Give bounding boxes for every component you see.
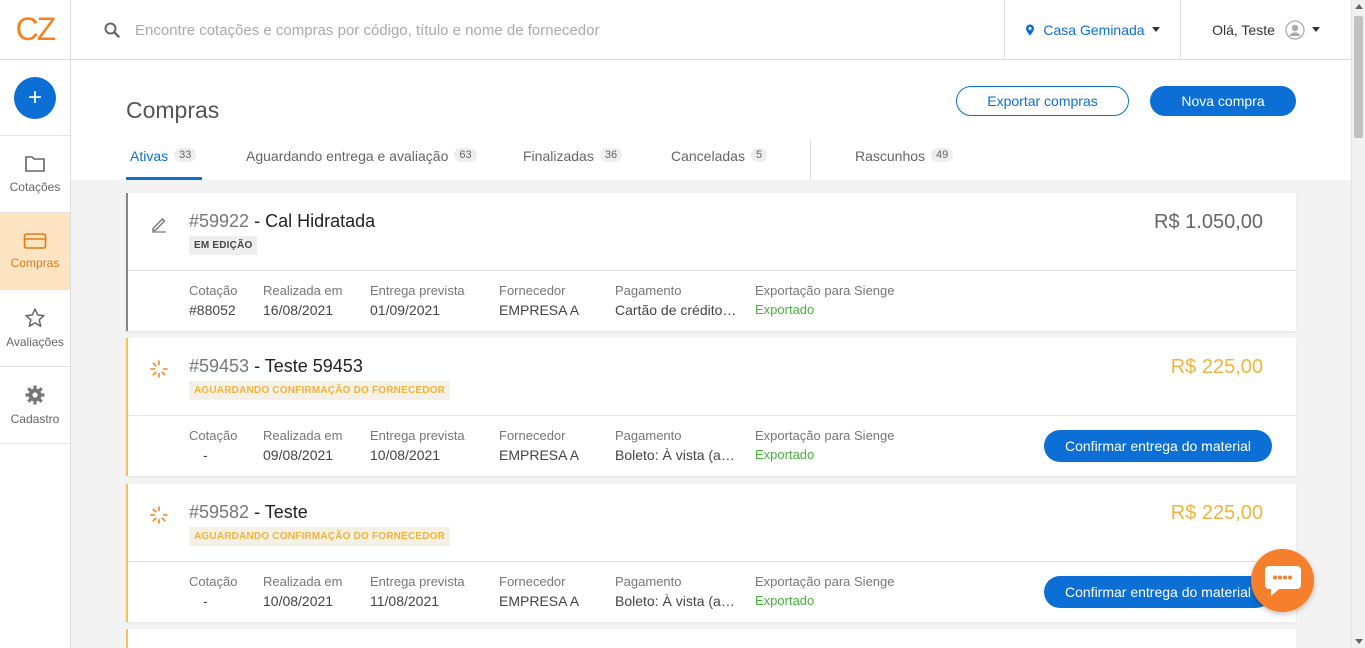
purchase-price: R$ 225,00 xyxy=(1170,502,1263,524)
export-purchases-button[interactable]: Exportar compras xyxy=(956,86,1129,116)
purchase-id: #59453 xyxy=(189,356,250,376)
purchase-name: - Teste 59453 xyxy=(249,356,363,376)
purchase-price: R$ 1.050,00 xyxy=(1154,211,1263,233)
chevron-down-icon xyxy=(1151,27,1160,32)
purchase-title: #59582 - Teste xyxy=(189,502,308,523)
spinner-icon xyxy=(150,506,168,524)
scroll-down-arrow-icon[interactable] xyxy=(1355,639,1363,644)
company-name: Casa Geminada xyxy=(1043,21,1145,38)
purchase-card[interactable]: #59453 - Teste 59453 AGUARDANDO CONFIRMA… xyxy=(126,338,1296,476)
purchase-card[interactable]: #59922 - Cal Hidratada EM EDIÇÃO R$ 1.05… xyxy=(126,193,1296,331)
scrollbar[interactable] xyxy=(1351,0,1365,648)
search-input[interactable] xyxy=(135,16,735,44)
location-pin-icon xyxy=(1026,24,1035,35)
sidebar-item-label: Cotações xyxy=(9,180,61,194)
sidebar-item-cotacoes[interactable]: Cotações xyxy=(0,136,70,213)
field-quote: Cotação - xyxy=(189,574,238,609)
sidebar-item-label: Cadastro xyxy=(10,412,60,426)
tab-count-badge: 63 xyxy=(454,148,477,162)
purchase-name: - Cal Hidratada xyxy=(249,211,376,231)
pencil-icon xyxy=(152,218,166,233)
sidebar-item-label: Avaliações xyxy=(6,335,64,349)
tab-aguardando[interactable]: Aguardando entrega e avaliação 63 xyxy=(246,144,477,180)
status-badge: AGUARDANDO CONFIRMAÇÃO DO FORNECEDOR xyxy=(189,527,451,546)
tab-canceladas[interactable]: Canceladas 5 xyxy=(671,144,768,180)
tab-count-badge: 33 xyxy=(174,148,197,162)
tab-finalizadas[interactable]: Finalizadas 36 xyxy=(523,144,623,180)
tab-count-badge: 5 xyxy=(750,148,768,162)
field-export: Exportação para Sienge Exportado xyxy=(755,283,895,317)
add-button[interactable]: + xyxy=(14,76,56,119)
sidebar-item-cadastro[interactable]: Cadastro xyxy=(0,367,70,444)
purchase-card-partial[interactable] xyxy=(126,629,1296,648)
tab-count-badge: 36 xyxy=(599,148,623,162)
card-icon xyxy=(23,233,47,249)
confirm-delivery-button[interactable]: Confirmar entrega do material xyxy=(1044,430,1272,462)
spinner-icon xyxy=(150,360,168,378)
field-expected: Entrega prevista 11/08/2021 xyxy=(370,574,465,609)
tab-label: Ativas xyxy=(130,148,169,164)
purchase-id: #59582 xyxy=(189,502,250,522)
user-greeting: Olá, Teste xyxy=(1212,21,1275,38)
user-menu[interactable]: Olá, Teste xyxy=(1181,0,1351,59)
status-badge: EM EDIÇÃO xyxy=(189,236,258,255)
field-supplier: Fornecedor EMPRESA A xyxy=(499,428,580,463)
chevron-down-icon xyxy=(1311,27,1320,32)
sidebar: CZ + Cotações Compras Avaliações Cadastr… xyxy=(0,0,71,648)
avatar-icon xyxy=(1285,19,1305,40)
purchase-title: #59453 - Teste 59453 xyxy=(189,356,363,377)
field-supplier: Fornecedor EMPRESA A xyxy=(499,283,580,318)
tab-count-badge: 49 xyxy=(931,148,954,162)
topbar: Casa Geminada Olá, Teste xyxy=(71,0,1351,60)
tab-rascunhos[interactable]: Rascunhos 49 xyxy=(855,144,954,180)
field-quote: Cotação #88052 xyxy=(189,283,238,318)
purchase-card[interactable]: #59582 - Teste AGUARDANDO CONFIRMAÇÃO DO… xyxy=(126,484,1296,622)
tab-label: Canceladas xyxy=(671,148,745,164)
search-icon xyxy=(104,22,120,38)
chat-bubble-icon xyxy=(1264,565,1301,596)
star-icon xyxy=(25,308,45,327)
scroll-up-arrow-icon[interactable] xyxy=(1355,4,1363,9)
scroll-thumb[interactable] xyxy=(1354,16,1363,138)
purchase-title: #59922 - Cal Hidratada xyxy=(189,211,375,232)
gear-icon xyxy=(25,385,45,405)
sidebar-item-label: Compras xyxy=(10,256,60,270)
sidebar-item-compras[interactable]: Compras xyxy=(0,213,70,290)
folder-icon xyxy=(25,156,45,172)
field-export: Exportação para Sienge Exportado xyxy=(755,574,895,608)
chat-button[interactable] xyxy=(1251,549,1314,612)
field-made-on: Realizada em 16/08/2021 xyxy=(263,283,343,318)
purchase-name: - Teste xyxy=(249,502,308,522)
tab-label: Aguardando entrega e avaliação xyxy=(246,148,449,164)
page-header: Compras Exportar compras Nova compra Ati… xyxy=(71,60,1351,180)
field-expected: Entrega prevista 01/09/2021 xyxy=(370,283,465,318)
field-payment: Pagamento Boleto: À vista (a… xyxy=(615,428,735,463)
field-supplier: Fornecedor EMPRESA A xyxy=(499,574,580,609)
tab-label: Rascunhos xyxy=(855,148,926,164)
field-made-on: Realizada em 10/08/2021 xyxy=(263,574,343,609)
field-quote: Cotação - xyxy=(189,428,238,463)
status-badge: AGUARDANDO CONFIRMAÇÃO DO FORNECEDOR xyxy=(189,381,451,400)
purchase-id: #59922 xyxy=(189,211,250,231)
tab-divider xyxy=(810,140,811,180)
field-expected: Entrega prevista 10/08/2021 xyxy=(370,428,465,463)
purchase-price: R$ 225,00 xyxy=(1170,356,1263,378)
new-purchase-button[interactable]: Nova compra xyxy=(1150,86,1296,116)
field-made-on: Realizada em 09/08/2021 xyxy=(263,428,343,463)
company-selector[interactable]: Casa Geminada xyxy=(1004,0,1181,59)
sidebar-item-avaliacoes[interactable]: Avaliações xyxy=(0,290,70,367)
field-export: Exportação para Sienge Exportado xyxy=(755,428,895,462)
field-payment: Pagamento Cartão de crédito… xyxy=(615,283,737,318)
logo[interactable]: CZ xyxy=(0,0,70,60)
logo-text: CZ xyxy=(15,11,57,47)
tab-label: Finalizadas xyxy=(523,148,594,164)
tab-ativas[interactable]: Ativas 33 xyxy=(126,144,202,180)
page-title: Compras xyxy=(126,97,220,123)
confirm-delivery-button[interactable]: Confirmar entrega do material xyxy=(1044,576,1272,608)
field-payment: Pagamento Boleto: À vista (a… xyxy=(615,574,735,609)
